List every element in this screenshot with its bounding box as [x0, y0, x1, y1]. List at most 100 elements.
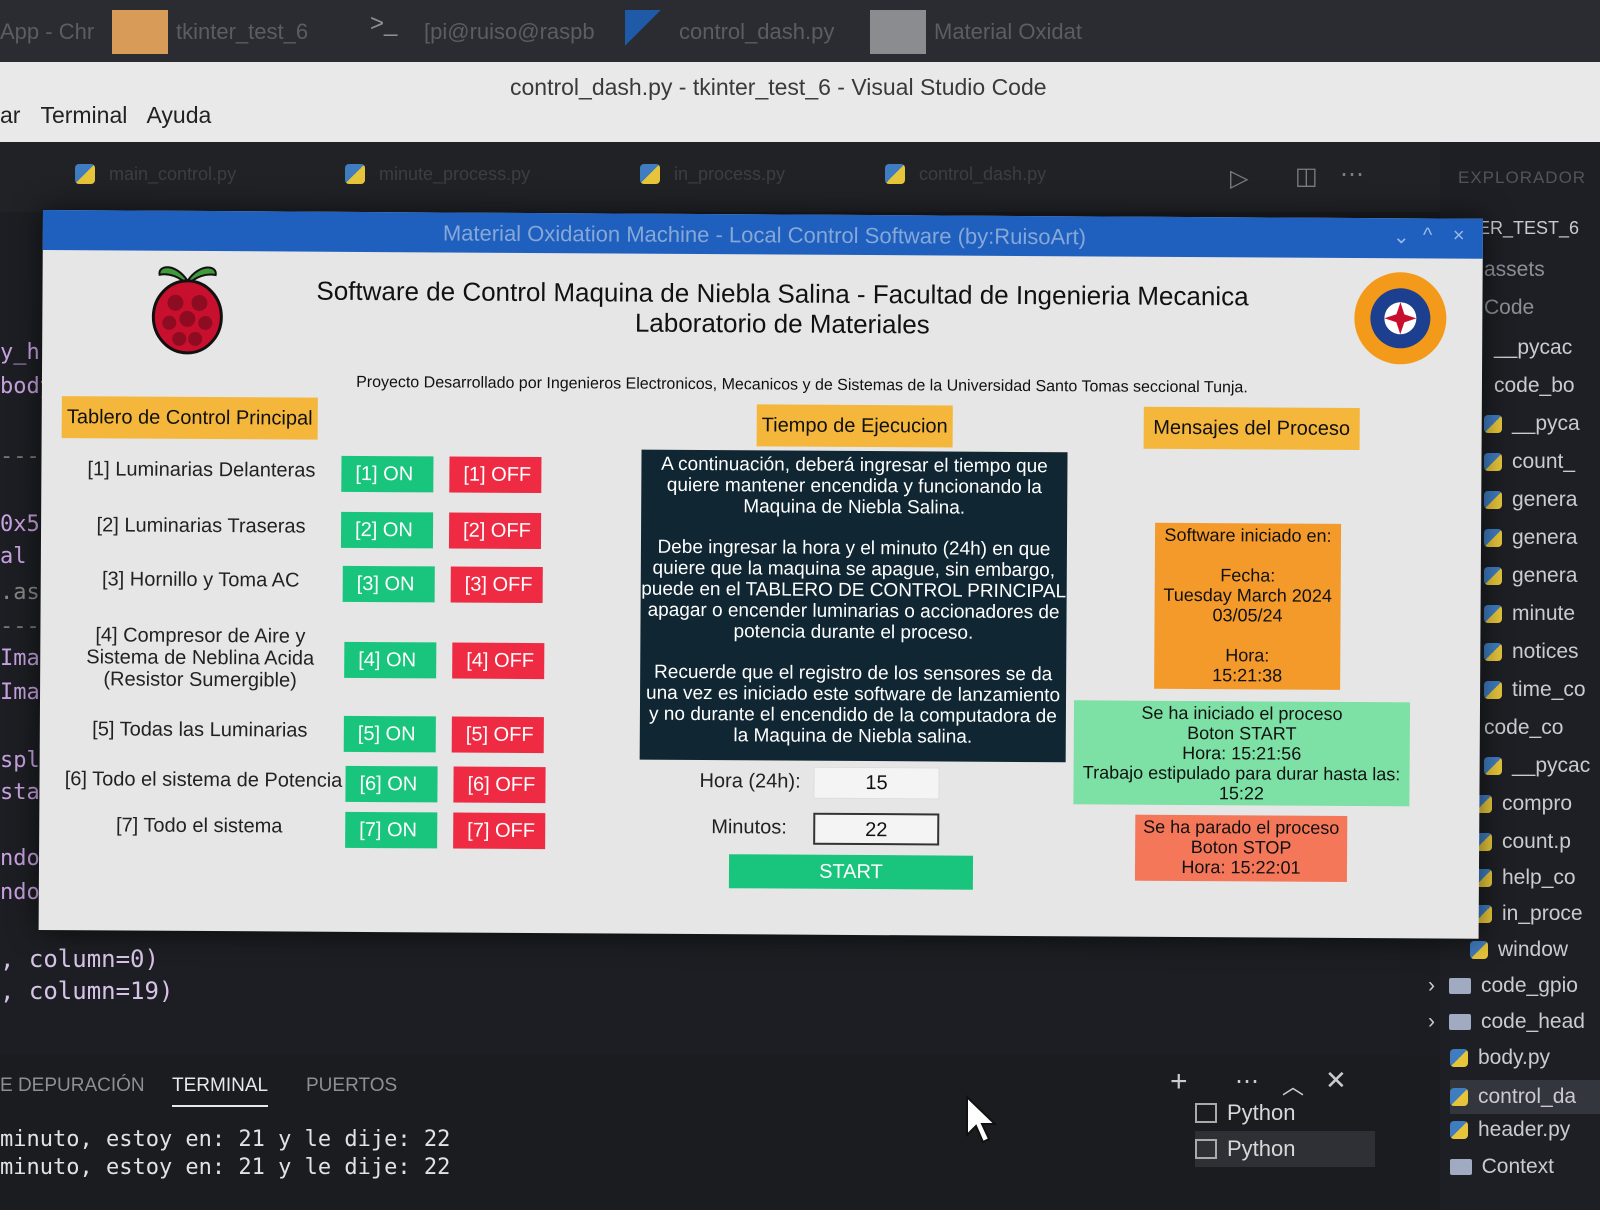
taskbar-item-app[interactable]: App - Chr — [0, 10, 94, 54]
taskbar-item-terminal[interactable]: >_ [pi@ruiso@raspb — [370, 10, 595, 54]
explorer-item[interactable]: minute — [1484, 602, 1575, 626]
explorer-item[interactable]: assets — [1484, 258, 1545, 282]
explorer-item[interactable]: count.p — [1474, 830, 1571, 854]
all-lights-off-button[interactable]: [5] OFF — [451, 716, 544, 754]
python-icon — [640, 164, 660, 184]
message-text: Hora: 15:21:56 — [1182, 742, 1302, 764]
menu-item-ver[interactable]: ar — [0, 102, 20, 128]
compressor-on-button[interactable]: [4] ON — [344, 641, 437, 679]
explorer-item[interactable]: genera — [1484, 526, 1577, 550]
tab-terminal[interactable]: TERMINAL — [172, 1075, 269, 1107]
explorer-item[interactable]: __pycac — [1494, 336, 1572, 360]
whole-system-on-button[interactable]: [7] ON — [345, 811, 438, 849]
chevron-right-icon: › — [1428, 1010, 1435, 1033]
chevron-right-icon: › — [1428, 974, 1435, 997]
tab-file[interactable]: control_dash.py — [885, 152, 1135, 196]
start-button[interactable]: START — [728, 854, 974, 890]
close-panel-icon[interactable]: ✕ — [1325, 1065, 1347, 1096]
explorer-item[interactable]: code_co — [1484, 716, 1563, 740]
tab-file[interactable]: minute_process.py — [345, 152, 595, 196]
power-system-off-button[interactable]: [6] OFF — [453, 766, 546, 804]
tab-file[interactable]: main_control.py — [75, 152, 325, 196]
explorer-item[interactable]: window — [1470, 938, 1568, 962]
message-text: Software iniciado en: — [1164, 524, 1332, 546]
code-fragment: spl — [0, 748, 40, 773]
folder-icon — [1449, 1014, 1471, 1030]
explorer-item[interactable]: genera — [1484, 564, 1577, 588]
minute-input[interactable]: 22 — [813, 812, 940, 846]
power-system-on-button[interactable]: [6] ON — [345, 765, 438, 803]
explorer-item[interactable]: time_co — [1484, 678, 1586, 702]
hour-input[interactable]: 15 — [813, 766, 940, 800]
mouse-cursor-icon — [965, 1094, 999, 1150]
run-icon[interactable]: ▷ — [1230, 164, 1248, 193]
python-icon — [1450, 1121, 1468, 1139]
message-text: Boton STOP — [1190, 837, 1292, 858]
minimize-icon[interactable]: ⌄ — [1393, 224, 1410, 249]
control-label: [5] Todas las Luminarias — [92, 718, 308, 742]
terminal-line: minuto, estoy en: 21 y le dije: 22 — [0, 1127, 451, 1152]
explorer-item[interactable]: Code — [1484, 296, 1534, 320]
explorer-item-selected[interactable]: control_da — [1450, 1080, 1600, 1114]
tab-file[interactable]: in_process.py — [640, 152, 890, 196]
code-fragment: .as — [0, 580, 40, 605]
minute-label: Minutos: — [711, 816, 787, 839]
taskbar-item-folder[interactable]: tkinter_test_6 — [112, 10, 308, 54]
folder-icon — [1449, 1158, 1472, 1175]
control-label: [3] Hornillo y Toma AC — [101, 568, 300, 592]
python-icon — [345, 164, 365, 184]
explorer-folder[interactable]: › code_head — [1428, 1010, 1585, 1034]
code-fragment: 0x5 — [0, 512, 40, 537]
all-lights-on-button[interactable]: [5] ON — [343, 715, 436, 753]
menu-item-ayuda[interactable]: Ayuda — [146, 102, 211, 128]
light-front-off-button[interactable]: [1] OFF — [449, 456, 542, 494]
main-title-line2: Laboratorio de Materiales — [634, 307, 930, 340]
light-rear-off-button[interactable]: [2] OFF — [448, 512, 542, 550]
light-rear-on-button[interactable]: [2] ON — [340, 511, 434, 549]
explorer-item[interactable]: help_co — [1474, 866, 1576, 890]
explorer-folder[interactable]: ⌄Context — [1420, 1154, 1554, 1179]
menu-item-terminal[interactable]: Terminal — [40, 102, 127, 128]
compressor-off-button[interactable]: [4] OFF — [452, 642, 545, 680]
status-message-started: Software iniciado en: Fecha: Tuesday Mar… — [1154, 522, 1342, 690]
explorer-item[interactable]: compro — [1474, 792, 1572, 816]
message-text: Trabajo estipulado para durar hasta las: — [1082, 762, 1401, 785]
messages-header: Mensajes del Proceso — [1143, 406, 1360, 451]
explorer-item[interactable]: body.py — [1450, 1046, 1550, 1070]
light-front-on-button[interactable]: [1] ON — [341, 455, 434, 493]
close-icon[interactable]: × — [1453, 225, 1465, 248]
explorer-item[interactable]: __pycac — [1484, 754, 1590, 778]
explorer-item[interactable]: __pyca — [1484, 412, 1580, 436]
tab-ports[interactable]: PUERTOS — [306, 1075, 397, 1097]
more-icon[interactable]: ⋯ — [1235, 1067, 1259, 1096]
explorer-item[interactable]: in_proce — [1474, 902, 1583, 926]
more-icon[interactable]: ⋯ — [1340, 160, 1364, 189]
terminal-line: minuto, estoy en: 21 y le dije: 22 — [0, 1155, 451, 1180]
explorer-item[interactable]: code_bo — [1494, 374, 1575, 398]
explorer-folder[interactable]: › code_gpio — [1428, 974, 1578, 998]
taskbar-item-vscode[interactable]: control_dash.py — [625, 10, 834, 54]
split-editor-icon[interactable]: ◫ — [1295, 162, 1318, 191]
maximize-icon[interactable]: ^ — [1423, 224, 1433, 247]
python-icon — [1484, 567, 1502, 585]
whole-system-off-button[interactable]: [7] OFF — [453, 812, 546, 850]
tab-debug-console[interactable]: E DEPURACIÓN — [0, 1075, 145, 1097]
python-icon — [1450, 1088, 1468, 1106]
explorer-item[interactable]: genera — [1484, 488, 1577, 512]
heater-off-button[interactable]: [3] OFF — [450, 566, 543, 604]
control-label: [2] Luminarias Traseras — [96, 514, 306, 538]
status-message-process: Se ha iniciado el proceso Boton START Ho… — [1073, 700, 1411, 807]
message-text: Se ha parado el proceso — [1143, 816, 1340, 838]
explorer-item[interactable]: count_ — [1484, 450, 1575, 474]
explorer-item[interactable]: notices — [1484, 640, 1579, 664]
heater-on-button[interactable]: [3] ON — [342, 565, 435, 603]
terminal-instance[interactable]: Python — [1195, 1095, 1375, 1131]
terminal-instance-active[interactable]: Python — [1195, 1131, 1375, 1167]
window-icon — [870, 10, 926, 54]
vscode-icon — [625, 10, 671, 54]
message-text: Tuesday March 2024 — [1163, 584, 1332, 606]
taskbar-item-app-window[interactable]: Material Oxidat — [870, 10, 1082, 54]
add-terminal-icon[interactable]: + — [1170, 1065, 1188, 1099]
explorer-item[interactable]: header.py — [1450, 1118, 1570, 1142]
folder-icon — [1449, 978, 1471, 994]
